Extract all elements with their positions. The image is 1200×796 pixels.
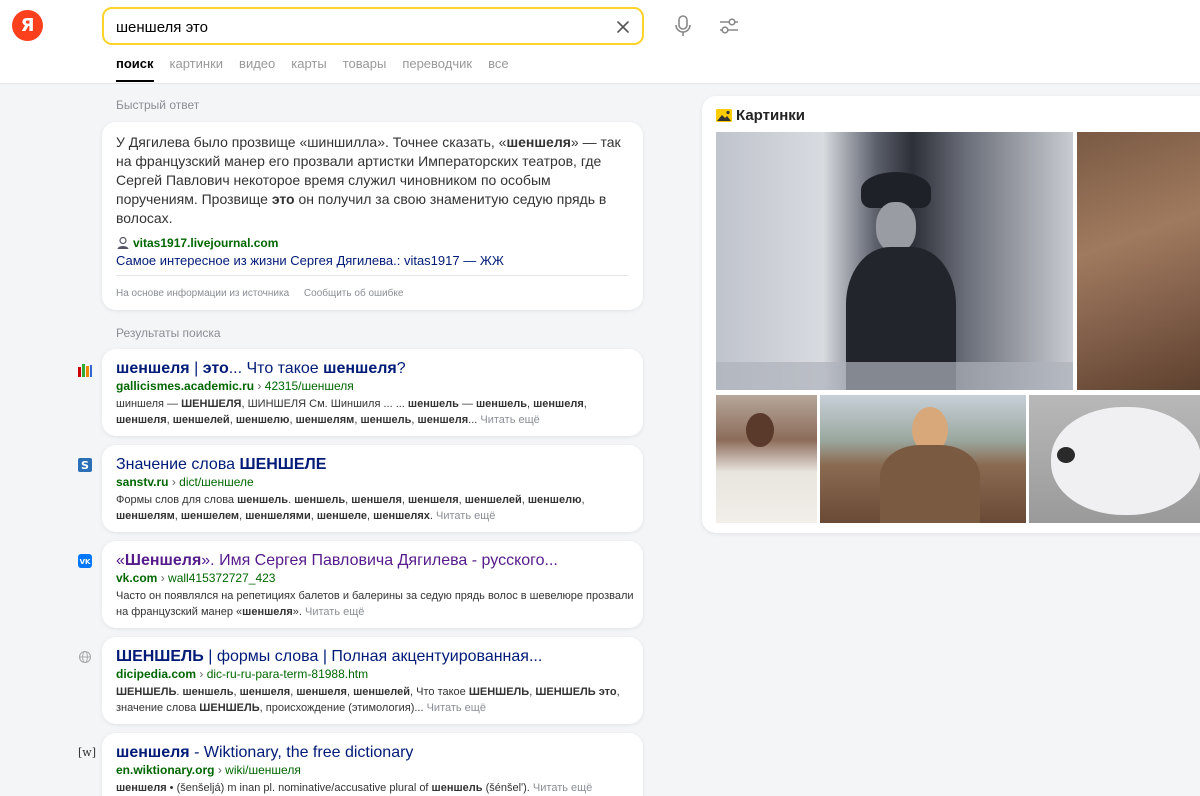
tab-maps[interactable]: карты <box>291 56 326 82</box>
quick-answer-source[interactable]: vitas1917.livejournal.com <box>116 236 278 250</box>
image-thumbnail[interactable] <box>716 395 817 523</box>
search-result: шеншеля - Wiktionary, the free dictionar… <box>102 733 643 796</box>
result-snippet: Формы слов для слова шеншель. шеншель, ш… <box>116 494 585 522</box>
quick-answer-label: Быстрый ответ <box>116 98 200 112</box>
yandex-logo[interactable]: Я <box>12 10 43 41</box>
result-path[interactable]: wall415372727_423 <box>168 571 275 585</box>
result-path[interactable]: 42315/шеншеля <box>265 379 354 393</box>
result-domain-link[interactable]: en.wiktionary.org <box>116 763 214 777</box>
search-result: Значение слова ШЕНШЕЛЕ sanstv.ru › dict/… <box>102 445 643 532</box>
filters-icon[interactable] <box>717 14 741 38</box>
result-title-link[interactable]: Значение слова ШЕНШЕЛЕ <box>116 456 326 474</box>
chevron-right-icon: › <box>199 667 207 681</box>
search-results-label: Результаты поиска <box>116 326 221 340</box>
result-title-link[interactable]: шеншеля - Wiktionary, the free dictionar… <box>116 744 413 762</box>
result-url: vk.com › wall415372727_423 <box>116 571 275 585</box>
sanstv-favicon-icon: S <box>78 458 92 472</box>
user-icon <box>117 236 129 249</box>
image-thumbnail[interactable] <box>1029 395 1200 523</box>
microphone-icon[interactable] <box>672 14 694 38</box>
result-title-link[interactable]: «Шеншеля». Имя Сергея Павловича Дягилева… <box>116 552 558 570</box>
chevron-right-icon: › <box>160 571 169 585</box>
read-more-link[interactable]: Читать ещё <box>480 414 539 426</box>
search-tabs: поиск картинки видео карты товары перево… <box>116 56 525 82</box>
svg-text:S: S <box>81 459 89 472</box>
result-url: gallicismes.academic.ru › 42315/шеншеля <box>116 379 354 393</box>
result-path[interactable]: dic-ru-ru-para-term-81988.htm <box>207 667 368 681</box>
tab-all[interactable]: все <box>488 56 509 82</box>
quick-answer-footer: На основе информации из источника Сообщи… <box>116 288 415 299</box>
quick-answer-source-domain[interactable]: vitas1917.livejournal.com <box>133 236 278 250</box>
chevron-right-icon: › <box>257 379 265 393</box>
read-more-link[interactable]: Читать ещё <box>305 606 364 618</box>
academic-favicon-icon <box>78 364 92 377</box>
result-domain-link[interactable]: gallicismes.academic.ru <box>116 379 254 393</box>
result-title-link[interactable]: ШЕНШЕЛЬ | формы слова | Полная акцентуир… <box>116 648 542 666</box>
read-more-link[interactable]: Читать ещё <box>533 782 592 794</box>
result-snippet: шиншеля — ШЕНШЕЛЯ, ШИНШЕЛЯ См. Шиншиля .… <box>116 398 587 426</box>
search-result: шеншеля | это... Что такое шеншеля? gall… <box>102 349 643 436</box>
quick-answer-text: У Дягилева было прозвище «шиншилла». Точ… <box>116 134 621 226</box>
result-url: sanstv.ru › dict/шеншеле <box>116 475 254 489</box>
divider <box>116 275 629 276</box>
image-thumbnail[interactable] <box>716 132 1073 390</box>
search-box[interactable] <box>102 7 644 45</box>
image-thumbnail[interactable] <box>1077 132 1200 390</box>
result-domain-link[interactable]: dicipedia.com <box>116 667 196 681</box>
result-path[interactable]: dict/шеншеле <box>179 475 254 489</box>
image-thumbnail[interactable] <box>820 395 1026 523</box>
clear-icon[interactable] <box>612 16 634 38</box>
svg-text:VK: VK <box>80 558 91 566</box>
result-snippet: шеншеля • (šenšeljá) m inan pl. nominati… <box>116 782 593 794</box>
result-title-link[interactable]: шеншеля | это... Что такое шеншеля? <box>116 360 406 378</box>
read-more-link[interactable]: Читать ещё <box>427 702 486 714</box>
header: Я поиск картинки видео карты товары пере… <box>0 0 1200 84</box>
picture-icon <box>716 109 732 122</box>
result-domain-link[interactable]: vk.com <box>116 571 157 585</box>
result-path[interactable]: wiki/шеншеля <box>225 763 301 777</box>
result-snippet: Часто он появлялся на репетициях балетов… <box>116 590 634 618</box>
quick-answer-link[interactable]: Самое интересное из жизни Сергея Дягилев… <box>116 253 504 268</box>
vk-favicon-icon: VK <box>78 554 92 568</box>
quick-answer-card: У Дягилева было прозвище «шиншилла». Точ… <box>102 122 643 310</box>
search-result: «Шеншеля». Имя Сергея Павловича Дягилева… <box>102 541 643 628</box>
result-url: dicipedia.com › dic-ru-ru-para-term-8198… <box>116 667 368 681</box>
result-snippet: ШЕНШЕЛЬ. шеншель, шеншеля, шеншеля, шенш… <box>116 686 620 714</box>
search-input[interactable] <box>116 16 596 38</box>
images-panel-title[interactable]: Картинки <box>716 107 805 124</box>
tab-translator[interactable]: переводчик <box>402 56 472 82</box>
report-error-link[interactable]: Сообщить об ошибке <box>304 288 403 299</box>
result-domain-link[interactable]: sanstv.ru <box>116 475 168 489</box>
tab-search[interactable]: поиск <box>116 56 154 82</box>
result-url: en.wiktionary.org › wiki/шеншеля <box>116 763 301 777</box>
tab-images[interactable]: картинки <box>170 56 224 82</box>
based-on-text: На основе информации из источника <box>116 288 290 299</box>
images-panel: Картинки <box>702 96 1200 533</box>
wiktionary-favicon-icon: [w] <box>78 746 96 759</box>
read-more-link[interactable]: Читать ещё <box>436 510 495 522</box>
globe-icon <box>78 650 92 664</box>
tab-video[interactable]: видео <box>239 56 275 82</box>
search-result: ШЕНШЕЛЬ | формы слова | Полная акцентуир… <box>102 637 643 724</box>
tab-products[interactable]: товары <box>343 56 387 82</box>
